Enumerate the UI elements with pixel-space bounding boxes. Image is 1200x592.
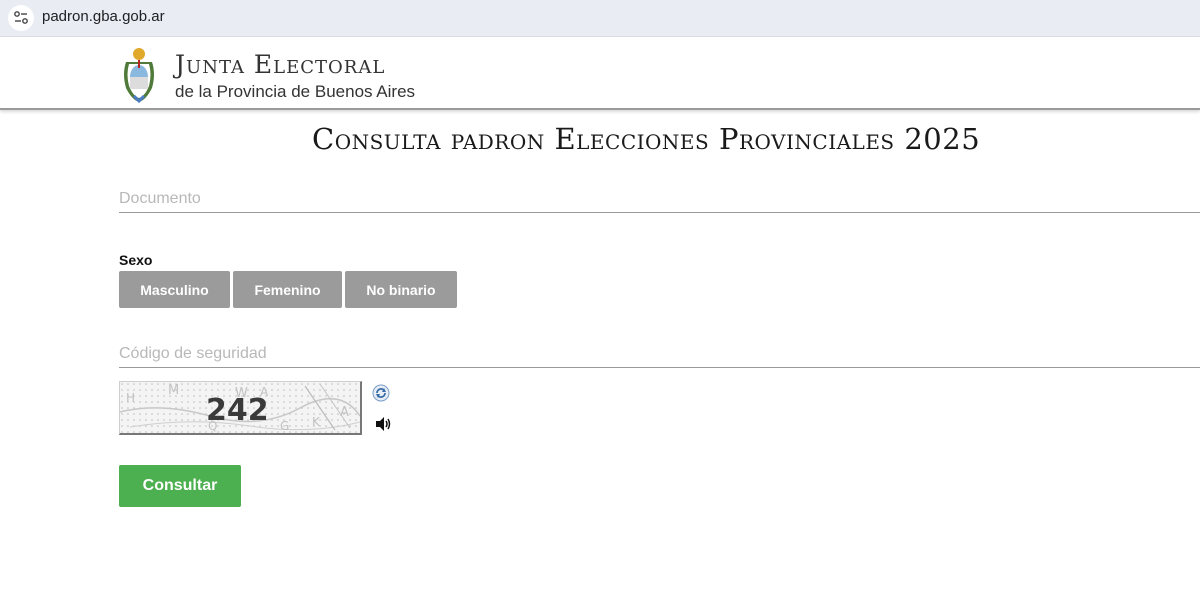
refresh-icon[interactable]	[372, 384, 390, 402]
url-field[interactable]: padron.gba.gob.ar	[0, 0, 1200, 36]
sexo-no-binario-button[interactable]: No binario	[345, 271, 457, 308]
speaker-icon[interactable]	[374, 416, 392, 432]
brand-subtitle: de la Provincia de Buenos Aires	[175, 82, 416, 101]
captcha-noise-letter: H	[126, 391, 135, 405]
documento-field-wrapper	[119, 186, 1200, 213]
tune-icon[interactable]	[8, 5, 34, 31]
sexo-label: Sexo	[119, 252, 153, 268]
site-header: Junta Electoral de la Provincia de Bueno…	[0, 40, 1200, 110]
consultar-button[interactable]: Consultar	[119, 465, 241, 507]
brand-title: Junta Electoral	[175, 50, 386, 79]
captcha-noise-letter: M	[168, 383, 179, 398]
page-title: Consulta padron Elecciones Provinciales …	[312, 122, 981, 156]
documento-input[interactable]	[119, 186, 1200, 212]
codigo-field-wrapper	[119, 341, 1200, 368]
browser-address-bar: padron.gba.gob.ar	[0, 0, 1200, 37]
captcha-image: M W A K G H Q A 242	[119, 381, 362, 435]
url-text: padron.gba.gob.ar	[42, 8, 165, 25]
captcha-noise-letter: K	[312, 415, 321, 429]
captcha-text: 242	[206, 393, 269, 428]
codigo-seguridad-input[interactable]	[119, 341, 1200, 367]
captcha-noise-letter: A	[340, 405, 349, 420]
coat-of-arms-icon	[118, 44, 160, 104]
captcha-noise-letter: G	[280, 419, 289, 433]
sexo-femenino-button[interactable]: Femenino	[233, 271, 342, 308]
sexo-button-group: Masculino Femenino No binario	[119, 271, 457, 308]
sexo-masculino-button[interactable]: Masculino	[119, 271, 230, 308]
